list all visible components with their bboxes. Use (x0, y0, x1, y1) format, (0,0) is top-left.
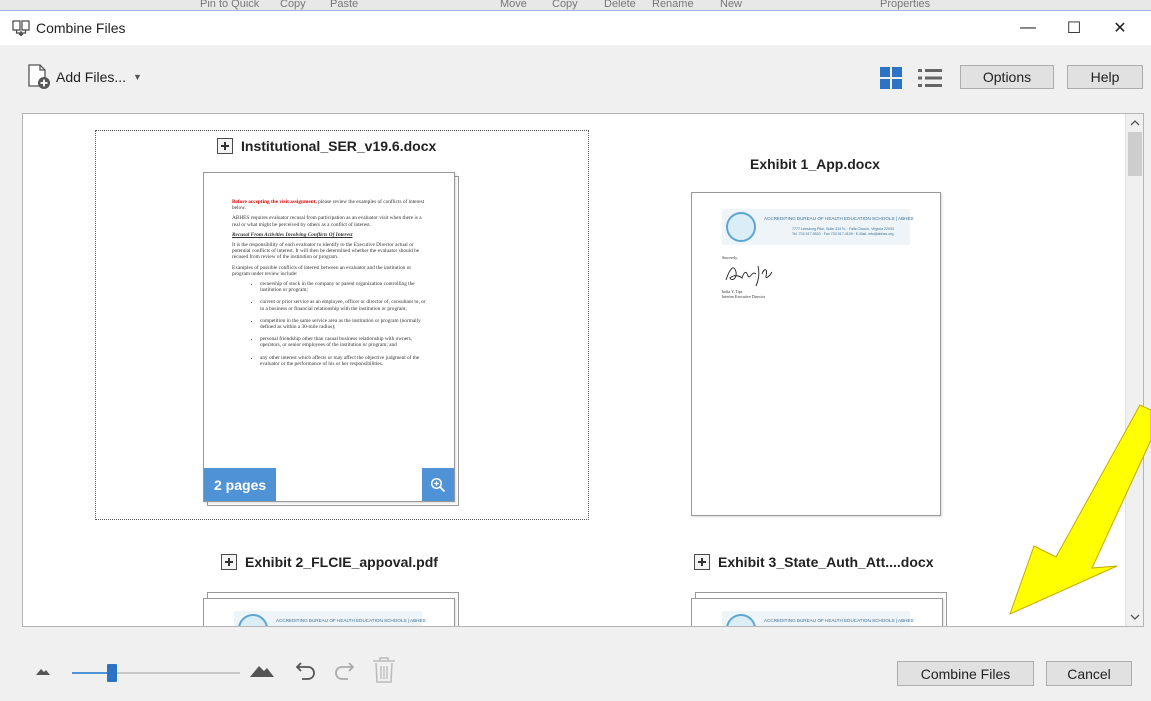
add-files-button[interactable]: Add Files... ▼ (26, 63, 142, 91)
letterhead-org: ACCREDITING BUREAU OF HEALTH EDUCATION S… (276, 618, 426, 623)
title-bar[interactable]: Combine Files — ☐ ✕ (0, 11, 1151, 45)
zoom-in-mountain-icon[interactable] (250, 663, 274, 677)
combine-files-dialog: Combine Files — ☐ ✕ Add Files... ▼ Optio… (0, 10, 1151, 700)
document-thumbnail[interactable]: ACCREDITING BUREAU OF HEALTH EDUCATION S… (691, 192, 941, 516)
file-name: Exhibit 2_FLCIE_appoval.pdf (245, 554, 438, 570)
bg-ribbon-item: Delete (604, 0, 636, 10)
undo-icon[interactable] (296, 659, 316, 681)
close-button[interactable]: ✕ (1097, 11, 1143, 45)
bg-ribbon-item: Pin to Quick (200, 0, 260, 10)
window-title: Combine Files (36, 20, 126, 36)
bottom-bar: Combine Files Cancel (0, 627, 1151, 701)
letterhead: ACCREDITING BUREAU OF HEALTH EDUCATION S… (722, 611, 914, 626)
scroll-up-icon[interactable] (1126, 114, 1143, 132)
bg-ribbon-item: Move (500, 0, 527, 10)
signature-block: Sincerely, India Y. Tips Interim Executi… (722, 255, 782, 299)
organization-seal-icon (726, 212, 756, 242)
letterhead-org: ACCREDITING BUREAU OF HEALTH EDUCATION S… (764, 216, 914, 221)
letterhead-org: ACCREDITING BUREAU OF HEALTH EDUCATION S… (764, 618, 914, 623)
file-title: Exhibit 2_FLCIE_appoval.pdf (221, 554, 438, 570)
thumbnail-view-icon[interactable] (880, 67, 902, 89)
file-name: Exhibit 3_State_Auth_Att....docx (718, 554, 934, 570)
organization-seal-icon (238, 614, 268, 626)
letterhead: ACCREDITING BUREAU OF HEALTH EDUCATION S… (234, 611, 426, 626)
chevron-down-icon: ▼ (133, 72, 142, 82)
file-name: Exhibit 1_App.docx (750, 156, 880, 172)
letterhead: ACCREDITING BUREAU OF HEALTH EDUCATION S… (722, 209, 914, 245)
signature-image (725, 265, 773, 287)
bg-ribbon-item: Rename (652, 0, 694, 10)
scrollbar-thumb[interactable] (1128, 132, 1142, 176)
document-thumbnail[interactable]: Before accepting the visit assignment, p… (203, 172, 455, 502)
maximize-icon: ☐ (1066, 20, 1082, 37)
document-thumbnail[interactable]: ACCREDITING BUREAU OF HEALTH EDUCATION S… (691, 598, 943, 626)
bg-ribbon-item: Paste (330, 0, 359, 10)
help-button[interactable]: Help (1067, 65, 1143, 89)
slider-track-rest (116, 672, 240, 674)
bg-ribbon-item: Copy (552, 0, 578, 10)
bg-ribbon-item: New (720, 0, 743, 10)
expand-plus-icon[interactable] (694, 554, 710, 570)
file-thumbnail-area[interactable]: Institutional_SER_v19.6.docx Before acce… (22, 113, 1144, 627)
file-name: Institutional_SER_v19.6.docx (241, 138, 437, 154)
file-title: Exhibit 3_State_Auth_Att....docx (694, 554, 933, 570)
minimize-button[interactable]: — (1005, 11, 1051, 45)
add-files-label: Add Files... (56, 69, 127, 85)
vertical-scrollbar[interactable] (1125, 114, 1143, 626)
bg-ribbon-item: Properties (880, 0, 931, 10)
maximize-button[interactable]: ☐ (1051, 11, 1097, 45)
close-icon: ✕ (1113, 20, 1127, 37)
file-title: Exhibit 1_App.docx (750, 156, 880, 172)
page-count-badge: 2 pages (204, 468, 277, 501)
trash-icon[interactable] (372, 657, 396, 683)
combine-files-app-icon (12, 20, 30, 36)
zoom-in-icon[interactable] (422, 468, 454, 501)
list-view-icon[interactable] (918, 67, 942, 89)
expand-plus-icon[interactable] (221, 554, 237, 570)
organization-seal-icon (726, 614, 756, 626)
combine-files-button[interactable]: Combine Files (897, 661, 1034, 686)
cancel-button[interactable]: Cancel (1046, 661, 1132, 686)
toolbar: Add Files... ▼ Options Help (0, 45, 1151, 105)
redo-icon[interactable] (334, 659, 354, 681)
add-file-icon (28, 64, 50, 89)
letterhead-contact: Tel. 703.917.9503 · Fax 703.917.4109 · E… (792, 232, 894, 236)
thumbnail-size-slider[interactable] (72, 672, 240, 674)
zoom-out-mountain-icon[interactable] (36, 667, 50, 675)
document-thumbnail[interactable]: ACCREDITING BUREAU OF HEALTH EDUCATION S… (203, 598, 455, 626)
slider-handle[interactable] (107, 664, 117, 682)
document-preview-text: Before accepting the visit assignment, p… (232, 199, 426, 373)
file-title: Institutional_SER_v19.6.docx (217, 138, 436, 154)
bg-ribbon-item: Copy (280, 0, 306, 10)
expand-plus-icon[interactable] (217, 138, 233, 154)
letterhead-address: 7777 Leesburg Pike, Suite 314 N. · Falls… (792, 227, 895, 231)
options-button[interactable]: Options (960, 65, 1054, 89)
minimize-icon: — (1020, 19, 1036, 36)
scroll-down-icon[interactable] (1126, 608, 1143, 626)
